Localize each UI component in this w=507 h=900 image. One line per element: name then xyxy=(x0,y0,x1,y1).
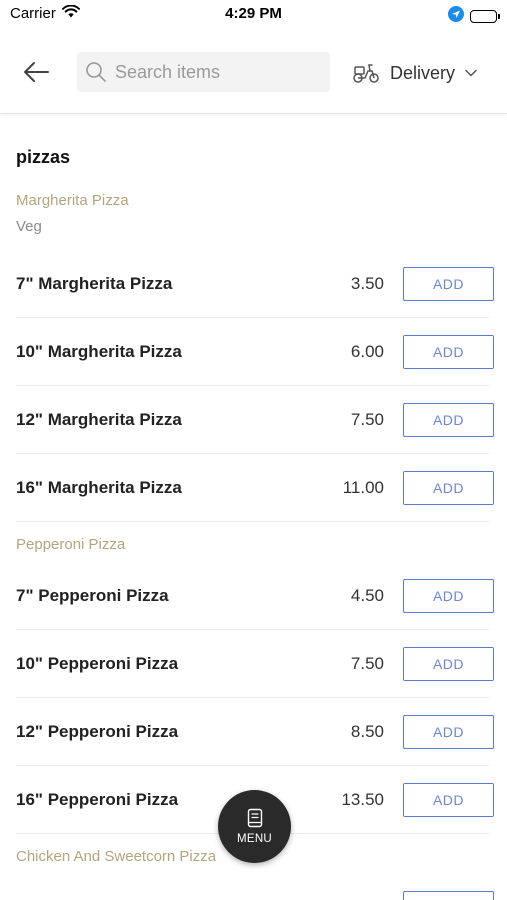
menu-book-icon xyxy=(247,808,262,828)
item-price: 7.50 xyxy=(350,654,384,673)
item-name: 10" Margherita Pizza xyxy=(16,342,182,361)
item-price: 13.50 xyxy=(341,790,384,809)
add-button[interactable]: ADD xyxy=(403,715,494,749)
menu-item: 10" Margherita Pizza 6.00 ADD xyxy=(0,318,507,386)
item-price: 3.50 xyxy=(350,274,384,293)
group-heading: Margherita Pizza xyxy=(16,192,129,209)
menu-item: 16" Margherita Pizza 11.00 ADD xyxy=(0,454,507,522)
item-name: 16" Margherita Pizza xyxy=(16,478,182,497)
back-arrow-icon xyxy=(24,62,49,82)
item-name: 10" Pepperoni Pizza xyxy=(16,654,179,673)
battery-icon xyxy=(470,10,500,23)
add-button[interactable]: ADD xyxy=(403,335,494,369)
add-button[interactable]: ADD xyxy=(403,783,494,817)
search-bar[interactable] xyxy=(77,52,330,92)
menu-list[interactable]: pizzas Margherita Pizza Veg 7" Margherit… xyxy=(0,114,507,900)
add-button[interactable]: ADD xyxy=(403,403,494,437)
scooter-icon xyxy=(353,64,379,83)
top-bar: Delivery xyxy=(0,30,507,114)
add-button[interactable]: ADD xyxy=(403,647,494,681)
search-input[interactable] xyxy=(115,61,315,83)
status-time: 4:29 PM xyxy=(225,5,282,22)
delivery-label: Delivery xyxy=(390,62,456,83)
group-heading: Chicken And Sweetcorn Pizza xyxy=(16,848,217,865)
menu-fab-button[interactable]: MENU xyxy=(218,790,291,863)
fab-label: MENU xyxy=(236,833,273,845)
item-name: 12" Pepperoni Pizza xyxy=(16,722,179,741)
add-button[interactable]: ADD xyxy=(403,579,494,613)
menu-item: 7" Margherita Pizza 3.50 ADD xyxy=(0,250,507,318)
item-price: 4.50 xyxy=(350,586,384,605)
item-name: 7" Margherita Pizza xyxy=(16,274,173,293)
group-heading: Pepperoni Pizza xyxy=(16,536,126,553)
menu-item: 10" Pepperoni Pizza 7.50 ADD xyxy=(0,630,507,698)
menu-item: 12" Pepperoni Pizza 8.50 ADD xyxy=(0,698,507,766)
menu-item: 7" Pepperoni Pizza 4.50 ADD xyxy=(0,562,507,630)
item-name: 7" Pepperoni Pizza xyxy=(16,586,169,605)
chevron-down-icon xyxy=(465,69,477,77)
category-title: pizzas xyxy=(16,147,71,167)
item-name: 12" Margherita Pizza xyxy=(16,410,182,429)
menu-item: 12" Margherita Pizza 7.50 ADD xyxy=(0,386,507,454)
item-price: 6.00 xyxy=(350,342,384,361)
veg-tag: Veg xyxy=(16,218,42,235)
search-icon xyxy=(86,62,106,82)
location-icon xyxy=(448,6,464,27)
item-name: 16" Pepperoni Pizza xyxy=(16,790,179,809)
status-bar: Carrier 4:29 PM xyxy=(0,0,507,30)
status-indicators xyxy=(448,6,500,27)
item-price: 7.50 xyxy=(350,410,384,429)
back-button[interactable] xyxy=(20,56,52,88)
item-price: 8.50 xyxy=(350,722,384,741)
add-button[interactable]: ADD xyxy=(403,267,494,301)
add-button[interactable] xyxy=(403,891,494,900)
menu-item xyxy=(0,874,507,900)
delivery-mode-selector[interactable]: Delivery xyxy=(352,58,477,88)
divider xyxy=(16,521,489,522)
item-price: 11.00 xyxy=(342,478,384,497)
add-button[interactable]: ADD xyxy=(403,471,494,505)
